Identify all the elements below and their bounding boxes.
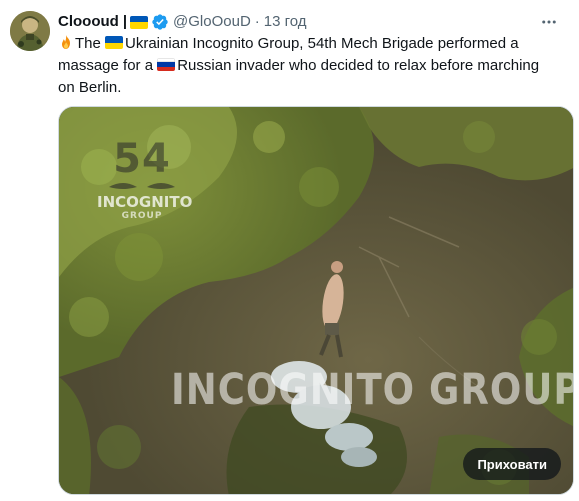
hide-media-button[interactable]: Приховати — [463, 448, 561, 480]
soldier-avatar-icon — [10, 11, 50, 51]
fire-emoji-icon — [58, 34, 74, 50]
user-avatar[interactable] — [10, 11, 50, 51]
watermark-subtitle: GROUP — [121, 211, 163, 221]
russia-flag-inline-icon — [157, 58, 176, 71]
more-options-button[interactable] — [537, 10, 561, 34]
watermark-number: 54 — [113, 136, 171, 182]
name-separator: | — [122, 13, 128, 30]
watermark-big-text: INCOGNITO GROUP — [171, 365, 574, 415]
tweet-card[interactable]: Clooоud | @GloOouD · 13 год The Ukrainia… — [0, 0, 579, 501]
author-handle[interactable]: @GloOouD — [173, 12, 251, 32]
watermark-name: INCOGNITO — [97, 193, 193, 211]
verified-badge-icon[interactable] — [151, 13, 169, 31]
tweet-timestamp[interactable]: 13 год — [264, 12, 307, 32]
tweet-media-video[interactable]: 54 INCOGNITO GROUP INCOGNITO GROUP Прихо… — [58, 106, 574, 495]
header-dot: · — [254, 13, 260, 30]
more-horizontal-icon — [542, 20, 556, 24]
ukraine-flag-inline-icon — [105, 36, 124, 49]
tweet-header: Clooоud | @GloOouD · 13 год — [58, 12, 307, 32]
tweet-text-segment-1: The — [75, 35, 106, 52]
author-display-name[interactable]: Clooоud — [58, 12, 119, 32]
watermark-logo: 54 INCOGNITO GROUP — [97, 136, 193, 237]
tweet-text: The Ukrainian Incognito Group, 54th Mech… — [58, 33, 558, 99]
watermark-eyes-icon — [109, 183, 175, 189]
ukraine-flag-icon — [130, 15, 149, 29]
